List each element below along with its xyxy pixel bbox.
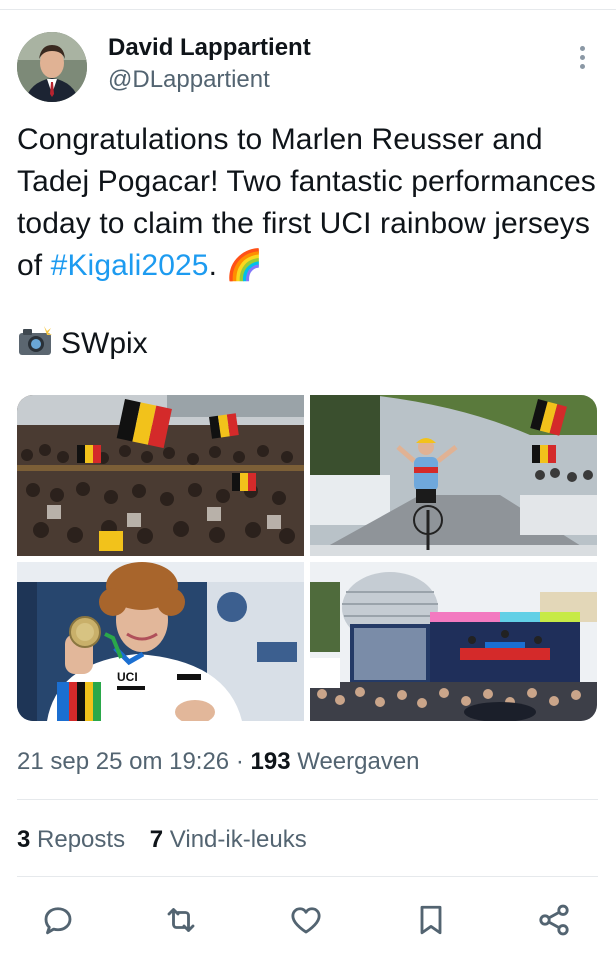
timestamp[interactable]: 21 sep 25 om 19:26 (17, 748, 229, 775)
likes-stat[interactable]: 7 Vind-ik-leuks (150, 826, 307, 854)
author-name[interactable]: David Lappartient (108, 34, 311, 62)
repost-button[interactable] (159, 898, 203, 942)
reposts-stat[interactable]: 3 Reposts (17, 826, 125, 854)
reposts-label: Reposts (37, 826, 126, 853)
likes-label: Vind-ik-leuks (169, 826, 307, 853)
share-button[interactable] (532, 898, 576, 942)
photo-credit-text: SWpix (61, 327, 148, 360)
divider (17, 799, 598, 800)
like-icon (291, 907, 321, 934)
views-count: 193 (250, 748, 291, 775)
tweet-text: Congratulations to Marlen Reusser and Ta… (17, 119, 602, 287)
author-handle[interactable]: @DLappartient (108, 66, 270, 94)
reply-icon (44, 907, 72, 935)
engagement-stats: 3 Reposts 7 Vind-ik-leuks (17, 826, 325, 854)
bookmark-icon (420, 905, 442, 935)
rainbow-emoji: 🌈 (225, 249, 263, 282)
repost-icon (167, 908, 195, 932)
action-bar (0, 898, 616, 946)
like-button[interactable] (284, 898, 328, 942)
camera-with-flash-icon (17, 325, 53, 357)
avatar-image (17, 32, 87, 102)
photo-cyclist-finish[interactable] (310, 395, 597, 556)
photo-credit: SWpix (17, 323, 148, 365)
views-label: Weergaven (297, 748, 420, 775)
photo-podium-stage[interactable] (310, 562, 597, 721)
photo-crowd-flags[interactable] (17, 395, 304, 556)
share-icon (539, 904, 569, 936)
reply-button[interactable] (36, 898, 80, 942)
reposts-count: 3 (17, 826, 31, 853)
photo-grid: UCI (17, 395, 597, 721)
more-options-icon[interactable] (572, 46, 592, 76)
meta-separator: · (235, 748, 244, 775)
photo-rider-medal[interactable]: UCI (17, 562, 304, 721)
tweet-text-end: . (208, 249, 226, 282)
tweet-meta: 21 sep 25 om 19:26 · 193 Weergaven (17, 748, 420, 776)
top-divider (0, 9, 616, 10)
avatar[interactable] (17, 32, 87, 102)
bookmark-button[interactable] (409, 898, 453, 942)
jersey-label: UCI (117, 670, 138, 684)
hashtag-link[interactable]: #Kigali2025 (51, 249, 209, 282)
likes-count: 7 (149, 826, 164, 853)
divider (17, 876, 598, 877)
